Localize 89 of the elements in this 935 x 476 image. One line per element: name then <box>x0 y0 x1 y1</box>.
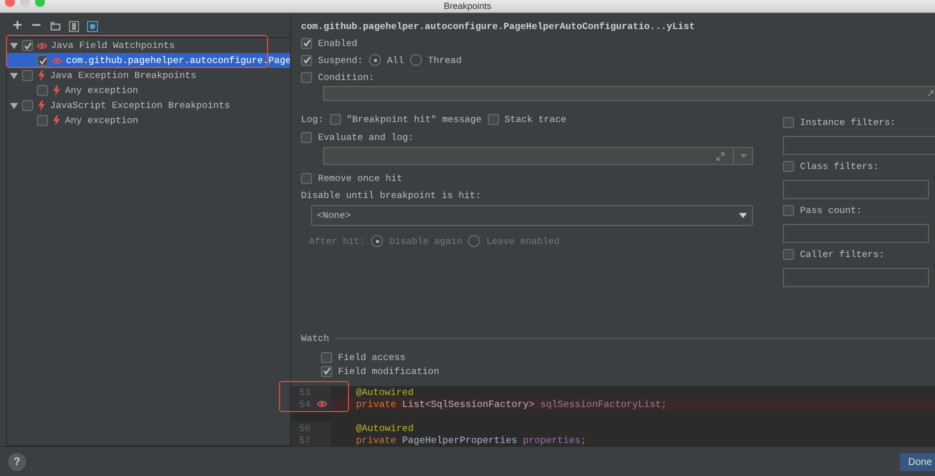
dropdown-arrow-icon[interactable] <box>739 213 747 218</box>
checkbox[interactable] <box>301 54 312 66</box>
after-hit-label: After hit: <box>309 236 366 247</box>
help-button[interactable]: ? <box>8 453 26 471</box>
checkbox[interactable] <box>22 70 33 81</box>
radio-label: All <box>387 54 404 66</box>
window-title: Breakpoints <box>444 1 492 11</box>
checkbox[interactable] <box>37 55 48 66</box>
lightning-icon <box>37 70 46 81</box>
expand-arrow-icon[interactable] <box>10 42 18 50</box>
checkbox-label: Enabled <box>318 38 358 49</box>
evaluate-field[interactable] <box>323 147 753 166</box>
checkbox[interactable] <box>330 114 341 125</box>
tree-item[interactable]: Any exception <box>7 83 290 98</box>
lightning-icon <box>52 115 61 126</box>
filter-field[interactable] <box>783 136 935 156</box>
log-label: Log: <box>301 114 324 125</box>
filter-field[interactable] <box>783 268 929 288</box>
checkbox[interactable] <box>22 100 33 111</box>
checkbox[interactable] <box>301 38 312 49</box>
checkbox-label: Field modification <box>338 366 440 377</box>
condition-field[interactable] <box>323 86 935 102</box>
checkbox-label: Caller filters: <box>800 249 884 260</box>
breakpoint-label: Any exception <box>65 115 138 126</box>
minimize-button[interactable] <box>20 0 30 7</box>
tree-item[interactable]: Any exception <box>7 113 290 128</box>
expand-arrow-icon[interactable] <box>10 72 18 80</box>
lightning-icon <box>37 100 46 111</box>
checkbox[interactable] <box>301 72 312 83</box>
radio-button[interactable] <box>369 54 382 66</box>
code-line: private List<SqlSessionFactory> sqlSessionFactoryList; <box>355 398 667 410</box>
checkbox[interactable] <box>301 132 312 143</box>
checkbox-label: Evaluate and log: <box>318 132 414 143</box>
radio-label: Disable again <box>389 236 462 247</box>
remove-button[interactable]: − <box>30 20 42 32</box>
group-label: JavaScript Exception Breakpoints <box>50 100 230 111</box>
checkbox[interactable] <box>783 117 794 128</box>
folder-icon[interactable] <box>50 21 61 31</box>
checkbox-label: Stack trace <box>504 114 566 125</box>
eye-icon <box>52 56 62 64</box>
radio-label: Thread <box>428 54 462 66</box>
expand-arrow-icon[interactable] <box>10 102 18 110</box>
done-button[interactable]: Done <box>900 453 935 471</box>
checkbox-label: Suspend: <box>318 54 364 66</box>
checkbox[interactable] <box>37 85 48 96</box>
zoom-button[interactable] <box>35 0 45 7</box>
breakpoint-label: Any exception <box>65 85 138 96</box>
checkbox[interactable] <box>321 366 332 377</box>
checkbox-label: Remove once hit <box>318 172 402 184</box>
breakpoint-heading: com.github.pagehelper.autoconfigure.PageHelperAutoConfiguratio...yList <box>301 21 696 34</box>
code-line: @Autowired <box>355 422 414 434</box>
checkbox[interactable] <box>783 161 794 172</box>
lightning-icon <box>52 85 61 96</box>
checkbox[interactable] <box>22 40 33 51</box>
checkbox-label: Instance filters: <box>800 117 896 128</box>
section-title: Watch <box>301 333 330 344</box>
filter-field[interactable] <box>783 180 929 200</box>
checkbox-label: Class filters: <box>800 161 879 172</box>
expand-icon[interactable] <box>716 152 725 161</box>
close-button[interactable] <box>5 0 15 7</box>
expand-icon[interactable] <box>927 90 934 98</box>
tree-item[interactable]: Java Exception Breakpoints <box>7 68 290 83</box>
checkbox[interactable] <box>37 115 48 126</box>
checkbox-label: Condition: <box>318 72 374 83</box>
eye-icon <box>37 42 47 50</box>
checkbox[interactable] <box>783 249 794 260</box>
checkbox-label: "Breakpoint hit" message <box>346 114 482 125</box>
annotation-box <box>279 381 349 412</box>
radio-label: Leave enabled <box>486 236 560 247</box>
checkbox[interactable] <box>783 205 794 216</box>
checkbox[interactable] <box>488 114 499 125</box>
code-line: private PageHelperProperties properties; <box>355 434 586 446</box>
group-label: Java Exception Breakpoints <box>50 70 196 81</box>
file-icon[interactable] <box>68 20 79 32</box>
settings-icon[interactable] <box>86 20 98 32</box>
breakpoint-dropdown[interactable]: <None> <box>311 205 753 226</box>
radio-button[interactable] <box>410 54 422 66</box>
group-label: Java Field Watchpoints <box>51 40 175 51</box>
disable-until-label: Disable until breakpoint is hit: <box>301 190 482 201</box>
tree-item[interactable]: Java Field Watchpoints <box>7 38 290 53</box>
checkbox-label: Pass count: <box>800 205 862 216</box>
checkbox-label: Field access <box>338 352 406 363</box>
eye-icon <box>317 400 327 408</box>
checkbox[interactable] <box>321 352 332 363</box>
tree-item[interactable]: JavaScript Exception Breakpoints <box>7 98 290 113</box>
checkbox[interactable] <box>301 172 312 184</box>
code-line: @Autowired <box>355 386 414 398</box>
filter-field[interactable] <box>783 224 929 244</box>
add-button[interactable]: + <box>12 20 23 32</box>
